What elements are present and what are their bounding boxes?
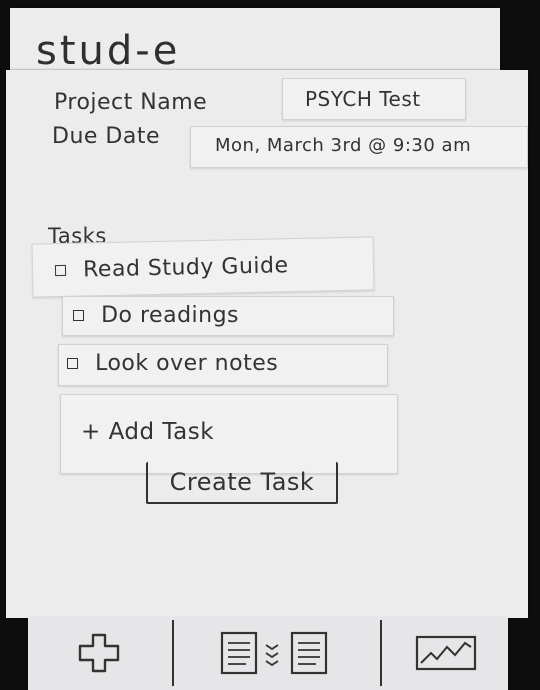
due-date-label: Due Date <box>52 124 160 149</box>
checkbox-icon[interactable] <box>67 358 78 369</box>
task-label: Do readings <box>101 303 240 328</box>
documents-compare-icon <box>220 631 328 675</box>
tab-add[interactable] <box>28 616 170 690</box>
tab-divider <box>172 620 174 686</box>
project-name-label: Project Name <box>54 90 208 115</box>
task-item-read-study-guide[interactable]: Read Study Guide <box>31 236 375 298</box>
checkbox-icon[interactable] <box>73 310 84 321</box>
task-label: Look over notes <box>95 351 279 376</box>
tab-compare[interactable] <box>176 616 378 690</box>
app-title: stud-e <box>36 28 181 74</box>
add-task-label: + Add Task <box>81 419 215 445</box>
task-item-do-readings[interactable]: Do readings <box>62 296 394 336</box>
create-task-button[interactable]: Create Task <box>146 462 338 504</box>
project-name-value: PSYCH Test <box>305 87 421 111</box>
task-item-look-over-notes[interactable]: Look over notes <box>58 344 388 386</box>
due-date-field[interactable]: Mon, March 3rd @ 9:30 am <box>190 126 528 168</box>
chart-icon <box>415 635 477 671</box>
task-label: Read Study Guide <box>82 253 289 283</box>
project-name-field[interactable]: PSYCH Test <box>282 78 466 120</box>
bottom-tab-bar <box>28 616 508 690</box>
tab-divider <box>380 620 382 686</box>
due-date-value: Mon, March 3rd @ 9:30 am <box>215 135 472 156</box>
plus-icon <box>78 633 120 673</box>
tab-chart[interactable] <box>384 616 508 690</box>
checkbox-icon[interactable] <box>54 264 67 277</box>
